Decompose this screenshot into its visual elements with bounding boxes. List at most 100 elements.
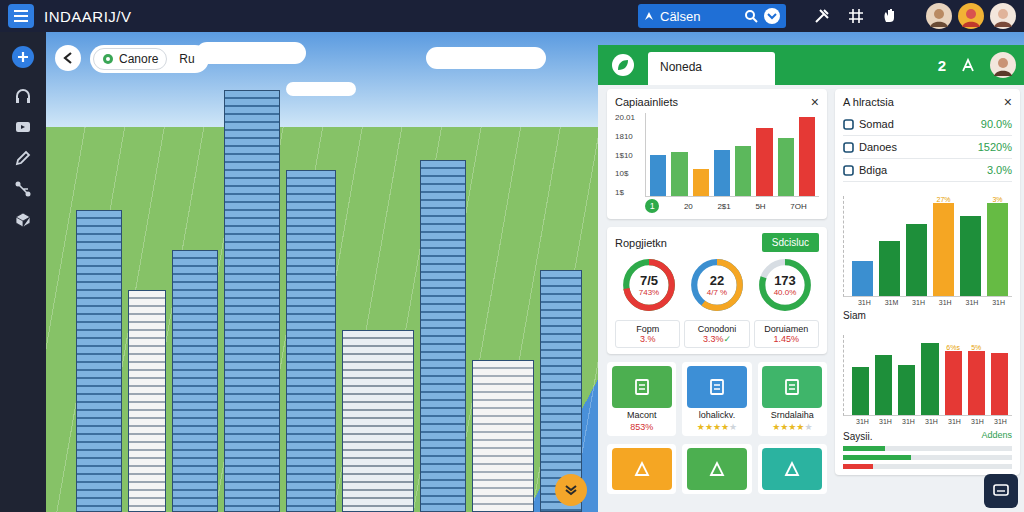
- x-tick: 31H: [879, 418, 892, 425]
- close-button[interactable]: ×: [811, 95, 819, 109]
- chart-bar[interactable]: [650, 155, 666, 197]
- hand-icon[interactable]: [882, 8, 898, 24]
- tile[interactable]: [758, 444, 827, 494]
- star: ★: [729, 422, 737, 432]
- building: [342, 330, 414, 512]
- chart-bar[interactable]: [671, 152, 687, 196]
- user-avatar-icon[interactable]: [990, 3, 1016, 29]
- chart-bar[interactable]: [799, 117, 815, 196]
- search-value: Cälsen: [660, 9, 738, 24]
- chart-bar[interactable]: [906, 224, 927, 296]
- close-button[interactable]: ×: [1004, 95, 1012, 109]
- tools-icon[interactable]: [814, 8, 830, 24]
- section-action[interactable]: Addens: [981, 430, 1012, 440]
- bar-column: [898, 335, 915, 415]
- progress-fill: [843, 446, 885, 451]
- x-tick: 31H: [925, 418, 938, 425]
- stat-row[interactable]: Danoes 1520%: [843, 136, 1012, 159]
- bar-tag: 5%: [971, 344, 981, 351]
- gauge-value: 22: [710, 273, 724, 288]
- user-avatar-icon[interactable]: [926, 3, 952, 29]
- tile-icon: [612, 366, 672, 408]
- menu-button[interactable]: [8, 4, 34, 28]
- user-avatar-icon[interactable]: [958, 3, 984, 29]
- bar-column: 5%: [968, 335, 985, 415]
- notification-count[interactable]: 2: [938, 57, 946, 74]
- x-tick: 2$1: [717, 202, 730, 211]
- location-chip[interactable]: Canore: [93, 48, 167, 70]
- leaf-icon: [616, 58, 630, 72]
- chart-bar[interactable]: [987, 203, 1008, 296]
- shape-icon: [632, 459, 652, 479]
- building: [420, 160, 466, 512]
- logo[interactable]: [612, 54, 634, 76]
- chart-bar[interactable]: [960, 216, 981, 296]
- chart-bar[interactable]: [968, 351, 985, 415]
- tile-label: Macont: [627, 410, 657, 420]
- tile[interactable]: [682, 444, 751, 494]
- stat-row[interactable]: Bdiga 3.0%: [843, 159, 1012, 182]
- bar-chart: 20.0118101$1010$1$: [615, 113, 819, 197]
- location-icon: [644, 11, 654, 21]
- chat-button[interactable]: [984, 474, 1018, 508]
- card-header: A hlractsia ×: [843, 95, 1012, 109]
- video-icon[interactable]: [14, 118, 32, 136]
- workspace: Canore Ru Noneda 2 Capiaainliets × 20.01…: [0, 32, 1024, 512]
- star: ★: [721, 422, 729, 432]
- back-button[interactable]: [55, 45, 81, 71]
- building: [128, 290, 166, 512]
- location-bar: Canore Ru: [90, 45, 209, 73]
- search-icon[interactable]: [744, 9, 758, 23]
- chart-bar[interactable]: [875, 355, 892, 415]
- chart-bar[interactable]: [714, 150, 730, 196]
- gauge: 173 40.0%: [756, 256, 814, 314]
- chart-bar[interactable]: [945, 351, 962, 415]
- star: ★: [788, 422, 796, 432]
- share-icon[interactable]: [960, 57, 976, 73]
- connect-icon[interactable]: [14, 180, 32, 198]
- chart-bar[interactable]: [735, 146, 751, 196]
- card-title: Ropgjietkn: [615, 237, 667, 249]
- chart-bar[interactable]: [756, 128, 772, 196]
- action-button[interactable]: Sdcisluc: [762, 233, 819, 252]
- gauge: 7/5 743%: [620, 256, 678, 314]
- bar-column: [852, 196, 873, 296]
- star: ★: [772, 422, 780, 432]
- star-rating: ★★★★★: [772, 422, 812, 432]
- shape-icon: [782, 459, 802, 479]
- chart-bar[interactable]: [852, 367, 869, 415]
- right-column: A hlractsia × Somad 90.0% Danoes 1520% B…: [835, 89, 1020, 475]
- tile[interactable]: Srndalaiha ★★★★★: [758, 362, 827, 436]
- chart-bar[interactable]: [991, 353, 1008, 415]
- search-field[interactable]: Cälsen: [638, 4, 786, 28]
- star: ★: [705, 422, 713, 432]
- chart-bar[interactable]: [933, 203, 954, 296]
- dashboard-panel: Noneda 2 Capiaainliets × 20.0118101$1010…: [598, 45, 1024, 512]
- chart-bar[interactable]: [778, 138, 794, 196]
- user-avatar-icon[interactable]: [990, 52, 1016, 78]
- tile[interactable]: lohalickv. ★★★★★: [682, 362, 751, 436]
- chart-bar[interactable]: [898, 365, 915, 415]
- tile[interactable]: Macont 853%: [607, 362, 676, 436]
- progress-bar: [843, 464, 1012, 469]
- collapse-button[interactable]: [555, 474, 587, 506]
- pen-icon[interactable]: [14, 149, 32, 167]
- y-tick: 20.01: [615, 113, 641, 122]
- chart-bar[interactable]: [921, 343, 938, 415]
- cube-icon[interactable]: [14, 211, 32, 229]
- chart-bar[interactable]: [693, 169, 709, 196]
- tile-label: Srndalaiha: [771, 410, 814, 420]
- chevron-down-icon: [564, 484, 578, 496]
- gauge-label: 173 40.0%: [756, 256, 814, 314]
- tile[interactable]: [607, 444, 676, 494]
- location-secondary[interactable]: Ru: [179, 52, 194, 66]
- chart-bar[interactable]: [879, 241, 900, 296]
- chart-bar[interactable]: [852, 261, 873, 296]
- add-button[interactable]: [12, 46, 34, 68]
- grid-icon[interactable]: [848, 8, 864, 24]
- panel-tab[interactable]: Noneda: [648, 52, 775, 85]
- headphones-icon[interactable]: [14, 87, 32, 105]
- stat-row[interactable]: Somad 90.0%: [843, 113, 1012, 136]
- toolbar: [814, 8, 898, 24]
- dropdown-button[interactable]: [764, 8, 780, 24]
